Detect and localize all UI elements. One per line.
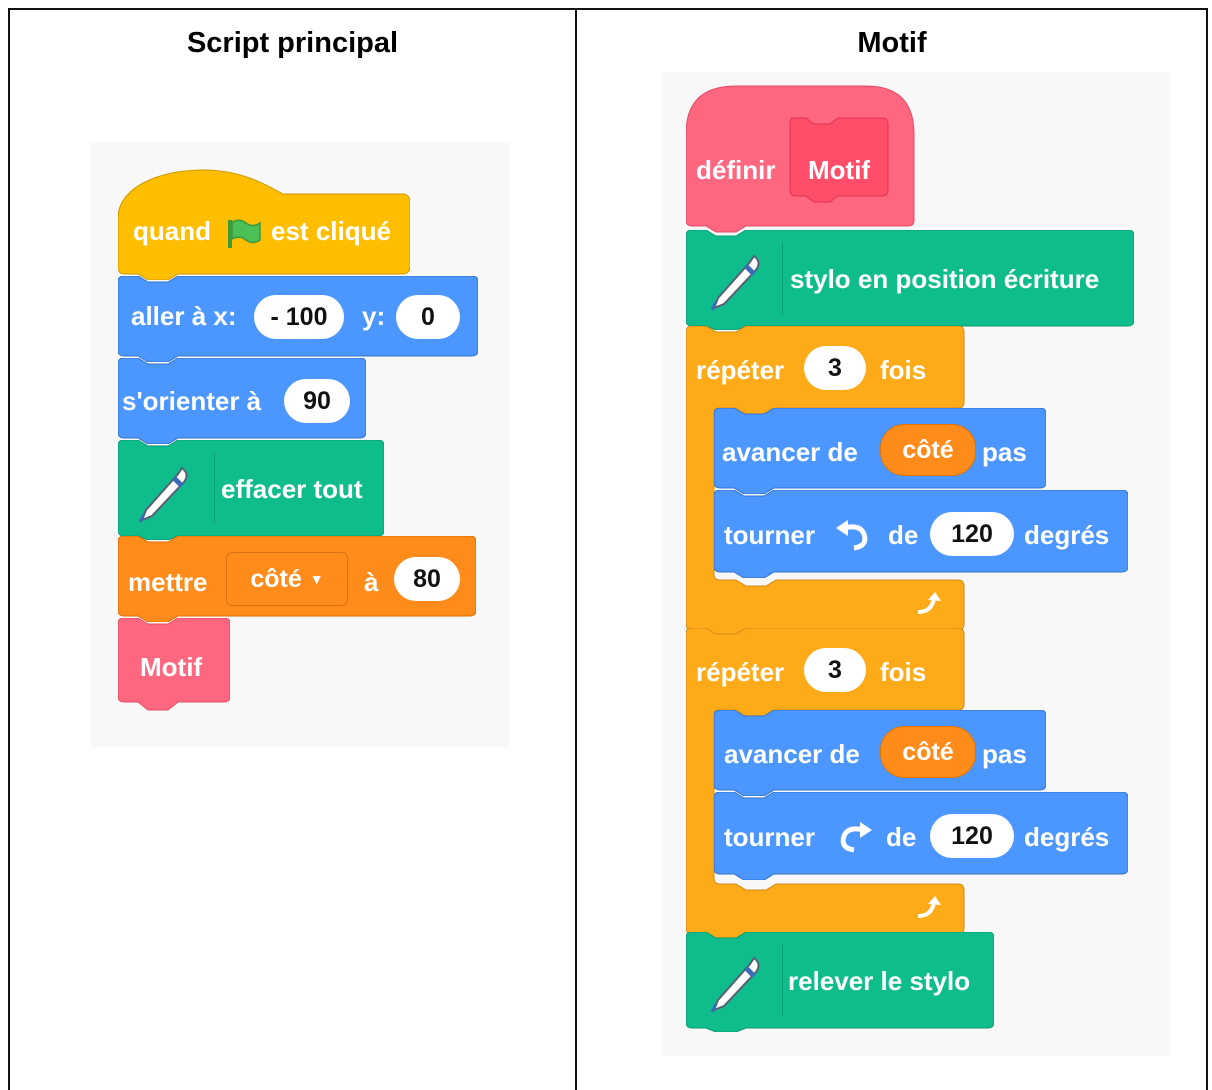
repeat2-count-input[interactable]: 3 xyxy=(804,648,866,692)
goto-y-label: y: xyxy=(362,301,386,331)
pen-icon xyxy=(706,252,762,319)
turn2-unit: degrés xyxy=(1024,822,1110,852)
move2-label: avancer de xyxy=(724,739,860,769)
repeat1-label: répéter xyxy=(696,355,785,385)
turn-left-block[interactable]: tourner de 120 degrés xyxy=(714,490,1128,578)
set-to-label: à xyxy=(364,567,379,597)
pen-down-label: stylo en position écriture xyxy=(790,264,1100,294)
column-divider xyxy=(575,8,577,1090)
turn-right-block[interactable]: tourner de 120 degrés xyxy=(714,792,1128,880)
repeat2-times-label: fois xyxy=(880,657,927,687)
move1-variable[interactable]: côté xyxy=(880,424,976,476)
hat-clicked-label: est cliqué xyxy=(271,216,391,246)
variable-dropdown[interactable]: côté ▼ xyxy=(226,552,348,606)
turn2-degrees-input[interactable]: 120 xyxy=(930,814,1014,858)
turn1-degrees-input[interactable]: 120 xyxy=(930,512,1014,556)
move-steps-block-2[interactable]: avancer de côté pas xyxy=(714,710,1046,796)
move2-unit: pas xyxy=(982,739,1027,769)
variable-dropdown-value: côté xyxy=(250,564,302,593)
move-steps-block-1[interactable]: avancer de côté pas xyxy=(714,408,1046,494)
when-flag-clicked-block[interactable]: quand est cliqué xyxy=(118,168,410,280)
repeat1-times-label: fois xyxy=(880,355,927,385)
rotate-left-icon xyxy=(834,518,874,557)
turn2-of-label: de xyxy=(886,822,917,852)
point-in-direction-block[interactable]: s'orienter à 90 xyxy=(118,358,366,444)
y-input[interactable]: 0 xyxy=(396,295,460,339)
repeat2-label: répéter xyxy=(696,657,785,687)
move2-variable[interactable]: côté xyxy=(880,726,976,778)
extension-separator xyxy=(782,944,783,1016)
define-motif-block[interactable]: définir Motif xyxy=(686,84,916,234)
hat-when-label: quand xyxy=(133,216,211,246)
pen-down-block[interactable]: stylo en position écriture xyxy=(686,230,1134,330)
pen-clear-block[interactable]: effacer tout xyxy=(118,440,384,540)
set-label: mettre xyxy=(128,567,208,597)
pen-up-block[interactable]: relever le stylo xyxy=(686,932,994,1032)
loop-arrow-icon xyxy=(914,894,942,925)
move1-unit: pas xyxy=(982,437,1027,467)
goto-label: aller à x: xyxy=(131,301,237,331)
repeat1-count-input[interactable]: 3 xyxy=(804,346,866,390)
set-variable-block[interactable]: mettre côté ▼ à 80 xyxy=(118,536,476,622)
define-name: Motif xyxy=(808,155,871,185)
set-value-input[interactable]: 80 xyxy=(394,557,460,601)
move1-label: avancer de xyxy=(722,437,858,467)
extension-separator xyxy=(782,242,783,314)
turn2-label: tourner xyxy=(724,822,815,852)
right-column-title: Motif xyxy=(857,27,927,59)
orient-label: s'orienter à xyxy=(122,386,262,416)
pen-icon xyxy=(706,954,762,1021)
turn1-of-label: de xyxy=(888,520,919,550)
green-flag-icon xyxy=(226,218,262,255)
clear-label: effacer tout xyxy=(221,474,363,504)
motif-call-block[interactable]: Motif xyxy=(118,618,230,718)
go-to-xy-block[interactable]: aller à x: - 100 y: 0 xyxy=(118,276,478,362)
pen-icon xyxy=(134,464,190,531)
left-column-title: Script principal xyxy=(186,27,399,59)
rotate-right-icon xyxy=(834,820,874,859)
turn1-unit: degrés xyxy=(1024,520,1110,550)
define-label: définir xyxy=(696,155,776,185)
motif-call-label: Motif xyxy=(140,652,203,682)
chevron-down-icon: ▼ xyxy=(309,571,324,587)
direction-input[interactable]: 90 xyxy=(284,379,350,423)
loop-arrow-icon xyxy=(914,590,942,621)
extension-separator xyxy=(214,452,215,524)
pen-up-label: relever le stylo xyxy=(788,966,971,996)
x-input[interactable]: - 100 xyxy=(254,295,344,339)
turn1-label: tourner xyxy=(724,520,815,550)
